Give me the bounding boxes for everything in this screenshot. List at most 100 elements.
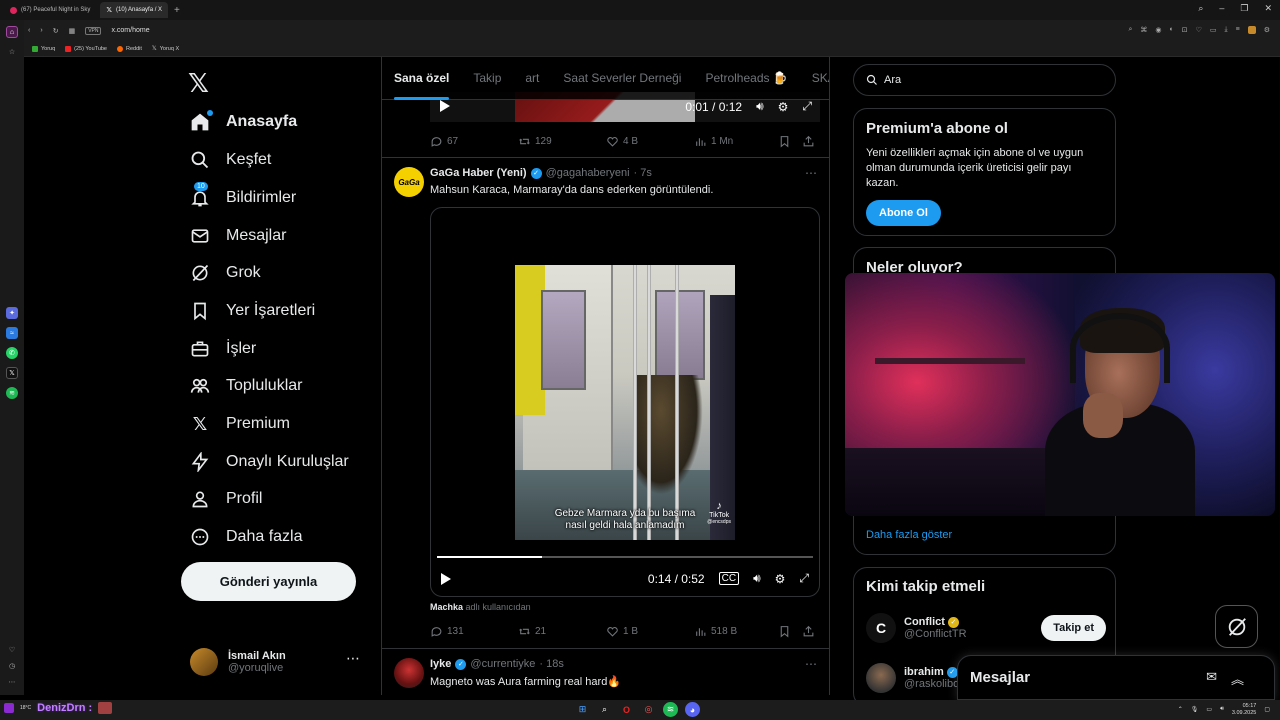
- like-button[interactable]: 1 B: [606, 625, 694, 638]
- views-button[interactable]: 518 B: [694, 625, 778, 638]
- account-switcher[interactable]: İsmail Akın @yoruqlive ⋯: [190, 642, 370, 682]
- search-icon[interactable]: ⌕: [1128, 26, 1132, 34]
- play-button[interactable]: [440, 100, 450, 112]
- search-tabs-icon[interactable]: ⌕: [1198, 3, 1203, 14]
- nav-item-jobs[interactable]: İşler: [190, 334, 256, 364]
- avatar[interactable]: [394, 658, 424, 688]
- settings-icon[interactable]: ⚙: [778, 100, 789, 114]
- browser-tab-x[interactable]: 𝕏 (10) Anasayfa / X: [100, 2, 169, 18]
- messages-drawer[interactable]: Mesajlar ✉ ︽: [957, 655, 1275, 700]
- author-name[interactable]: Iyke: [430, 658, 451, 670]
- nav-item-grok[interactable]: Grok: [190, 258, 261, 288]
- search-box[interactable]: [853, 64, 1116, 96]
- link-icon[interactable]: ⌘: [1140, 26, 1147, 34]
- fullscreen-icon[interactable]: ⤢: [799, 571, 809, 586]
- theme-icon[interactable]: ◐: [1170, 26, 1174, 34]
- nav-item-bookmarks[interactable]: Yer İşaretleri: [190, 296, 315, 326]
- discord-icon[interactable]: ◕: [685, 702, 700, 717]
- bookmark-item[interactable]: 𝕏 Yoruq X: [152, 45, 179, 53]
- reply-button[interactable]: 131: [430, 625, 518, 638]
- play-button[interactable]: [441, 573, 451, 585]
- x-icon[interactable]: 𝕏: [6, 367, 18, 379]
- bookmark-item[interactable]: (25) YouTube: [65, 45, 107, 52]
- author-name[interactable]: GaGa Haber (Yeni): [430, 167, 527, 179]
- share-button[interactable]: [802, 135, 815, 148]
- more-icon[interactable]: ⋯: [6, 676, 18, 688]
- heart-icon[interactable]: ♡: [1196, 26, 1202, 34]
- url-field[interactable]: x.com/home: [111, 27, 149, 34]
- wallet-icon[interactable]: ▭: [1210, 26, 1217, 34]
- bookmark-button[interactable]: [778, 625, 802, 638]
- aria-icon[interactable]: ✦: [6, 307, 18, 319]
- volume-icon[interactable]: 🔊︎: [756, 99, 764, 114]
- avatar[interactable]: GaGa: [394, 167, 424, 197]
- tab-ska[interactable]: SKA: [800, 57, 829, 100]
- more-icon[interactable]: ⋯: [805, 657, 817, 671]
- network-icon[interactable]: ▭: [1206, 706, 1212, 713]
- snapshot-icon[interactable]: ⊡: [1182, 26, 1188, 34]
- forward-icon[interactable]: ›: [40, 27, 42, 34]
- nav-item-notifications[interactable]: 10 Bildirimler: [190, 182, 296, 213]
- windows-start-icon[interactable]: ⊞: [575, 702, 590, 717]
- tweet-age[interactable]: · 18s: [539, 658, 563, 670]
- subscribe-button[interactable]: Abone Ol: [866, 200, 941, 226]
- menu-icon[interactable]: ≡: [1236, 26, 1240, 34]
- tab-for-you[interactable]: Sana özel: [382, 57, 461, 100]
- minimize-button[interactable]: –: [1219, 3, 1224, 14]
- close-button[interactable]: ✕: [1264, 3, 1272, 14]
- x-logo[interactable]: 𝕏: [188, 68, 209, 99]
- history-icon[interactable]: ◷: [6, 660, 18, 672]
- reply-button[interactable]: 67: [430, 135, 518, 148]
- camera-icon[interactable]: ◉: [1155, 26, 1161, 34]
- bookmark-item[interactable]: Reddit: [117, 45, 142, 52]
- star-icon[interactable]: ☆: [6, 46, 18, 58]
- download-icon[interactable]: ⤓: [1225, 26, 1228, 34]
- browser-tab-youtube[interactable]: (67) Peaceful Night in Sky: [4, 2, 96, 18]
- spotify-icon[interactable]: ≋: [6, 387, 18, 399]
- tray-expand-icon[interactable]: ⌃: [1178, 706, 1183, 713]
- volume-icon[interactable]: 🔊︎: [753, 571, 761, 586]
- share-button[interactable]: [802, 625, 815, 638]
- more-icon[interactable]: ⋯: [346, 650, 360, 667]
- speed-dial-icon[interactable]: ▦: [69, 27, 76, 35]
- new-message-icon[interactable]: ✉: [1206, 669, 1217, 688]
- tab-art[interactable]: art: [513, 57, 551, 100]
- author-handle[interactable]: @gagahaberyeni: [546, 167, 630, 179]
- whatsapp-icon[interactable]: ✆: [6, 347, 18, 359]
- video-progress-bar[interactable]: [437, 556, 813, 558]
- attribution-user[interactable]: Machka: [430, 602, 463, 612]
- bookmark-button[interactable]: [778, 135, 802, 148]
- follow-suggestion[interactable]: C Conflict ✓ @ConflictTR Takip et: [866, 608, 1106, 648]
- extensions-icon[interactable]: ⚙: [1264, 26, 1270, 34]
- follow-button[interactable]: Takip et: [1041, 615, 1106, 641]
- back-icon[interactable]: ‹: [28, 27, 30, 34]
- search-icon[interactable]: ⌕: [597, 702, 612, 717]
- author-handle[interactable]: @currentiyke: [470, 658, 535, 670]
- tab-following[interactable]: Takip: [461, 57, 513, 100]
- notification-icon[interactable]: ▢: [1264, 706, 1270, 713]
- tab-petrolheads[interactable]: Petrolheads 🍺: [693, 57, 799, 100]
- volume-icon[interactable]: 🔊︎: [1220, 706, 1224, 713]
- tweet-video[interactable]: Gebze Marmara yda bu başıma nasıl geldi …: [430, 207, 820, 597]
- repost-button[interactable]: 129: [518, 135, 606, 148]
- search-input[interactable]: [884, 74, 1084, 86]
- like-button[interactable]: 4 B: [606, 135, 694, 148]
- weather-icon[interactable]: [4, 703, 14, 713]
- maximize-button[interactable]: ❐: [1240, 3, 1248, 14]
- nav-item-explore[interactable]: Keşfet: [190, 145, 271, 175]
- grok-floating-button[interactable]: [1215, 605, 1258, 648]
- nav-item-verified-orgs[interactable]: Onaylı Kuruluşlar: [190, 447, 349, 477]
- nav-item-home[interactable]: Anasayfa: [190, 107, 297, 137]
- nav-item-messages[interactable]: Mesajlar: [190, 221, 286, 251]
- bookmark-item[interactable]: Yoruq: [32, 45, 55, 52]
- more-icon[interactable]: ⋯: [805, 166, 817, 180]
- tweet-age[interactable]: · 7s: [634, 167, 652, 179]
- heart-icon[interactable]: ♡: [6, 644, 18, 656]
- fullscreen-icon[interactable]: ⤢: [802, 99, 812, 114]
- vpn-badge[interactable]: VPN: [85, 26, 102, 35]
- nav-item-premium[interactable]: 𝕏 Premium: [190, 409, 290, 439]
- captions-icon[interactable]: CC: [718, 572, 740, 585]
- nav-item-profile[interactable]: Profil: [190, 484, 262, 514]
- settings-icon[interactable]: ⚙: [775, 572, 786, 586]
- show-more-link[interactable]: Daha fazla göster: [866, 529, 952, 541]
